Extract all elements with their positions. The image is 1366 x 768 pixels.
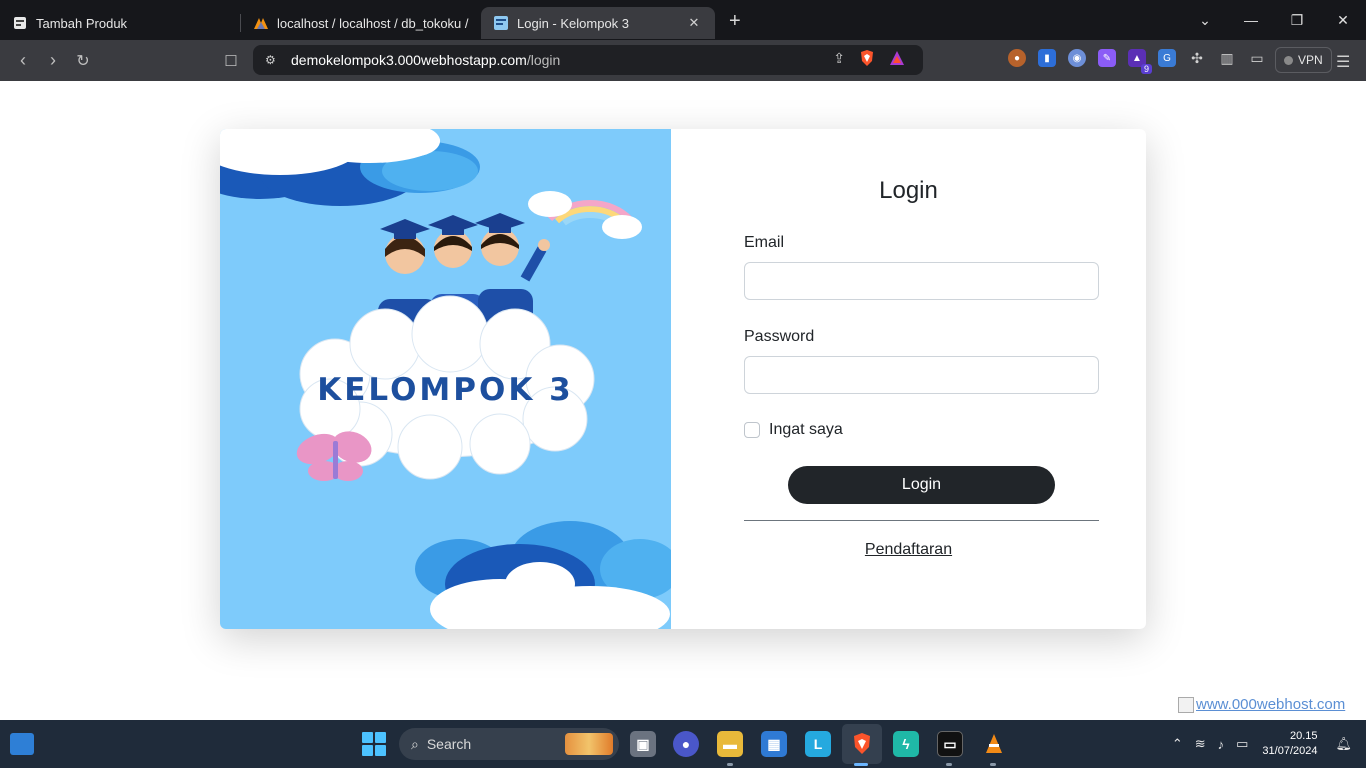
tab-phpmyadmin[interactable]: localhost / localhost / db_tokoku / u <box>241 7 481 39</box>
page-icon <box>12 15 28 31</box>
webhost-badge[interactable]: www.000webhost.com <box>1178 696 1345 713</box>
search-highlight-art <box>565 733 613 755</box>
restore-icon[interactable]: ❐ <box>1274 12 1320 29</box>
forward-icon[interactable]: › <box>38 50 68 71</box>
broken-image-icon <box>1178 696 1194 713</box>
feather-extension-icon[interactable]: ✎ <box>1098 49 1116 67</box>
login-button[interactable]: Login <box>788 466 1055 504</box>
start-button[interactable] <box>362 732 386 756</box>
password-input[interactable] <box>744 356 1099 394</box>
extension-badge: 9 <box>1140 64 1152 74</box>
email-label: Email <box>744 234 785 251</box>
running-indicator <box>727 763 733 766</box>
wifi-icon[interactable]: ≋ <box>1195 736 1206 752</box>
extensions-puzzle-icon[interactable]: ✣ <box>1188 49 1206 67</box>
brave-rewards-icon[interactable] <box>889 50 905 66</box>
phpmyadmin-icon <box>253 15 269 31</box>
translate-extension-icon[interactable]: G <box>1158 49 1176 67</box>
bookmark-icon[interactable]: ☐ <box>216 52 246 70</box>
taskbar: ⌕ Search ▣ ● ▬ ▦ L ϟ ▭ ⌃ ≋ ♪ ▭ 20.15 31/… <box>0 720 1366 768</box>
tab-title: Login - Kelompok 3 <box>517 15 630 31</box>
browser-tab-strip: Tambah Produk localhost / localhost / db… <box>0 0 1366 40</box>
start-tile <box>375 745 386 756</box>
search-placeholder: Search <box>426 736 472 752</box>
start-tile <box>362 745 373 756</box>
webhost-badge-text: www.000webhost.com <box>1196 696 1346 713</box>
login-card: KELOMPOK 3 Login Email Password Ingat sa… <box>220 129 1146 629</box>
hat-extension-icon[interactable]: ▲ 9 <box>1128 49 1152 74</box>
search-icon: ⌕ <box>411 735 419 752</box>
url-path: /login <box>526 52 561 68</box>
window-controls: ⌄ — ❐ ✕ <box>1182 0 1366 40</box>
cookie-extension-icon[interactable]: ● <box>1008 49 1026 67</box>
menu-icon[interactable]: ☰ <box>1336 52 1350 72</box>
battery-icon[interactable]: ▭ <box>1236 736 1248 752</box>
terminal-icon[interactable]: ▭ <box>937 731 963 757</box>
site-settings-icon[interactable]: ⚙ <box>265 53 291 67</box>
vpn-label: VPN <box>1298 53 1323 67</box>
start-tile <box>375 732 386 743</box>
task-view-icon[interactable]: ▣ <box>630 731 656 757</box>
system-tray: ⌃ ≋ ♪ ▭ 20.15 31/07/2024 🔔︎ <box>1166 720 1366 768</box>
start-tile <box>362 732 373 743</box>
close-tab-icon[interactable]: ✕ <box>685 14 703 32</box>
chevron-up-icon[interactable]: ⌃ <box>1172 736 1183 752</box>
meet-icon[interactable]: ● <box>673 731 699 757</box>
hero-title: KELOMPOK 3 <box>317 372 574 408</box>
extensions-row: ● ▮ ◉ ✎ ▲ 9 G ✣ ▥ ▭ <box>1008 49 1266 74</box>
sidebar-icon[interactable]: ▥ <box>1218 49 1236 67</box>
docs-extension-icon[interactable]: ▮ <box>1038 49 1056 67</box>
page-viewport: KELOMPOK 3 Login Email Password Ingat sa… <box>0 81 1366 720</box>
brave-browser-icon[interactable] <box>849 731 875 757</box>
launcher-l-icon[interactable]: L <box>805 731 831 757</box>
url-text[interactable]: demokelompok3.000webhostapp.com/login <box>291 52 560 68</box>
login-form: Login Email Password Ingat saya Login Pe… <box>671 129 1146 629</box>
clock[interactable]: 20.15 31/07/2024 <box>1262 729 1317 759</box>
volume-icon[interactable]: ♪ <box>1218 737 1225 752</box>
vpn-button[interactable]: VPN <box>1275 47 1332 73</box>
active-indicator <box>854 763 868 766</box>
notification-bell-icon[interactable]: 🔔︎ <box>1335 736 1352 752</box>
file-explorer-icon[interactable]: ▬ <box>717 731 743 757</box>
microsoft-store-icon[interactable]: ▦ <box>761 731 787 757</box>
login-heading: Login <box>879 177 938 204</box>
running-indicator <box>946 763 952 766</box>
share-icon[interactable]: ⇪ <box>833 50 845 67</box>
divider <box>744 520 1099 521</box>
minimize-icon[interactable]: — <box>1228 12 1274 28</box>
running-indicator <box>990 763 996 766</box>
tab-login-kelompok[interactable]: Login - Kelompok 3 ✕ <box>481 7 715 39</box>
back-icon[interactable]: ‹ <box>8 50 38 71</box>
widgets-icon[interactable] <box>10 733 34 755</box>
clock-time: 20.15 <box>1289 730 1318 742</box>
wallet-icon[interactable]: ▭ <box>1248 49 1266 67</box>
email-input[interactable] <box>744 262 1099 300</box>
taskbar-search[interactable]: ⌕ Search <box>399 728 619 760</box>
dev-tool-icon[interactable]: ϟ <box>893 731 919 757</box>
page-icon <box>493 15 509 31</box>
remember-me-label: Ingat saya <box>769 421 843 438</box>
url-bar[interactable]: ⚙ demokelompok3.000webhostapp.com/login … <box>253 45 923 75</box>
tab-title: Tambah Produk <box>36 15 128 31</box>
remember-me-row[interactable]: Ingat saya <box>744 421 843 439</box>
new-tab-button[interactable]: + <box>729 10 741 33</box>
tab-search-chevron-icon[interactable]: ⌄ <box>1182 12 1228 29</box>
url-host: demokelompok3.000webhostapp.com <box>291 52 527 68</box>
circle-extension-icon[interactable]: ◉ <box>1068 49 1086 67</box>
vpn-status-icon <box>1284 55 1293 65</box>
reload-icon[interactable]: ↻ <box>68 51 98 71</box>
close-window-icon[interactable]: ✕ <box>1320 12 1366 29</box>
register-link[interactable]: Pendaftaran <box>671 541 1146 559</box>
clock-date: 31/07/2024 <box>1262 745 1318 757</box>
remember-me-checkbox[interactable] <box>744 422 760 438</box>
brave-shields-icon[interactable] <box>859 49 875 67</box>
tab-tambah-produk[interactable]: Tambah Produk <box>0 7 240 39</box>
password-label: Password <box>744 328 815 345</box>
tab-title: localhost / localhost / db_tokoku / u <box>277 15 469 31</box>
vlc-icon[interactable] <box>981 731 1007 757</box>
hero-illustration: KELOMPOK 3 <box>220 129 671 629</box>
